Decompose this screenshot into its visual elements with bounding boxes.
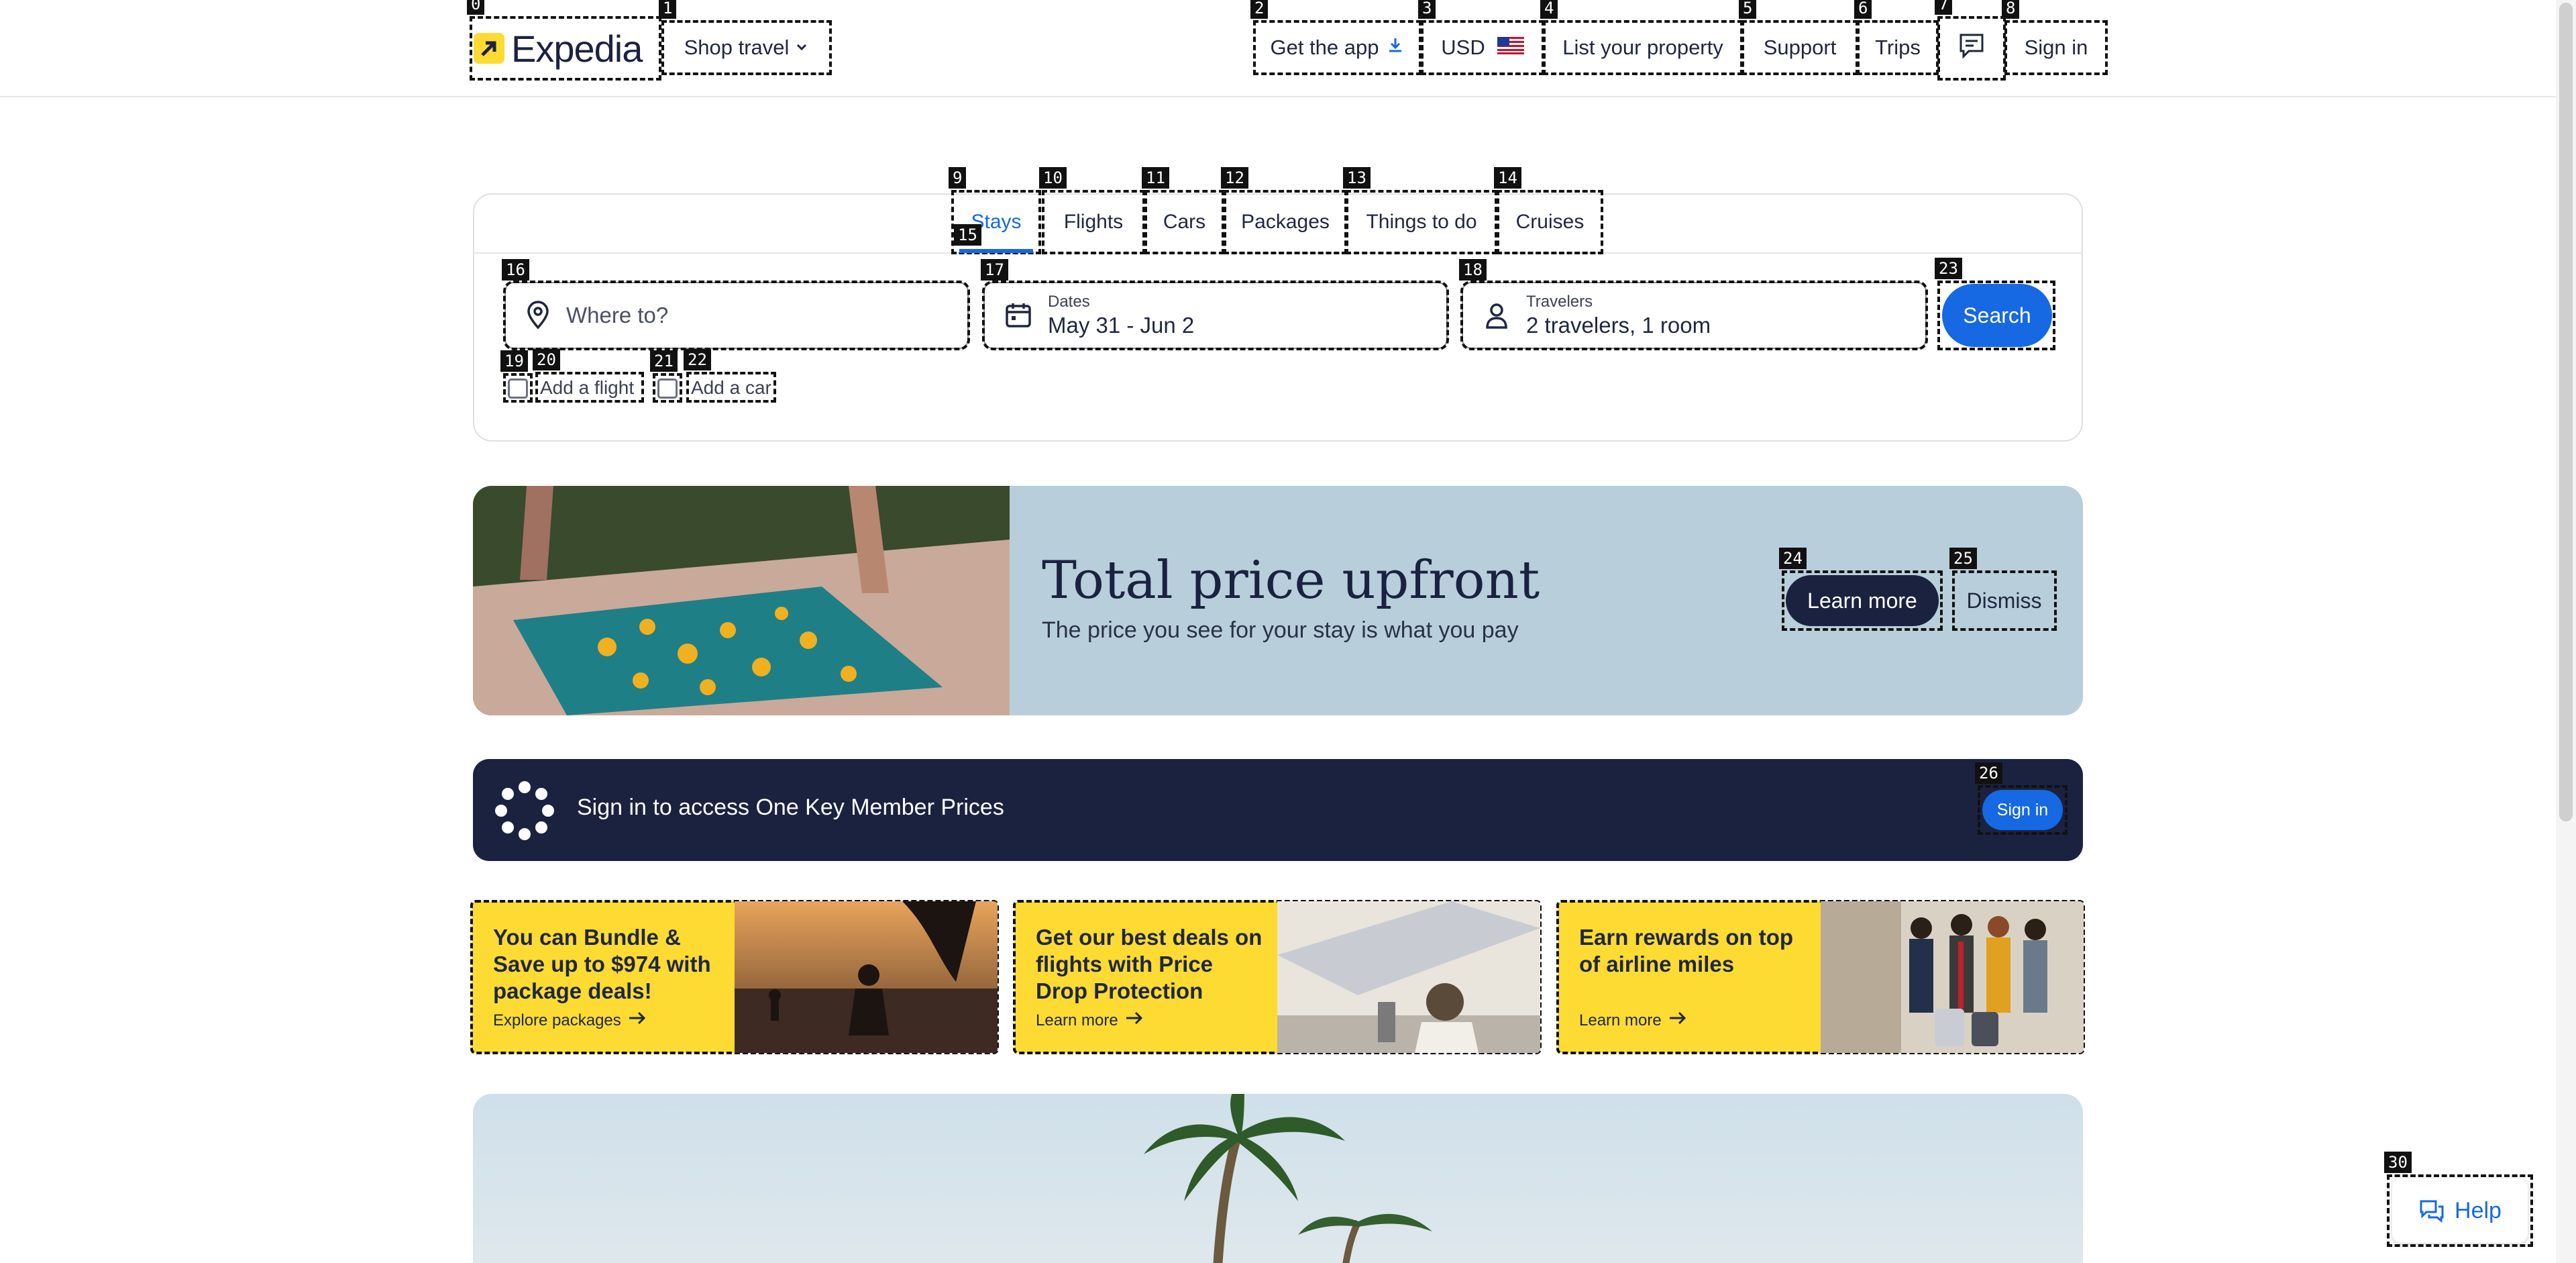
- flights-deal-card[interactable]: 28 Get our best deals on flights with Pr…: [1013, 900, 1542, 1054]
- list-property-link[interactable]: 4 List your property: [1540, 0, 1743, 75]
- promo-title: Total price upfront: [1042, 550, 1540, 611]
- onekey-sign-in-button[interactable]: Sign in: [1982, 790, 2063, 830]
- tab-cars[interactable]: 11 Cars: [1142, 167, 1224, 254]
- destination-field[interactable]: 16 Where to?: [502, 259, 970, 350]
- tab-stays-underline: [959, 249, 1033, 253]
- scrollbar-thumb[interactable]: [2559, 3, 2573, 821]
- chat-icon: [1957, 31, 1986, 66]
- sign-in-label: Sign in: [2024, 36, 2088, 59]
- airport-photo: [1277, 901, 1540, 1053]
- tab-flights[interactable]: 10 Flights: [1039, 167, 1145, 254]
- trips-label: Trips: [1875, 36, 1921, 59]
- promo-learn-more-button[interactable]: Learn more: [1786, 575, 1939, 626]
- expedia-logo-icon: [474, 33, 504, 64]
- tab-packages[interactable]: 12 Packages: [1221, 167, 1347, 254]
- currency-selector[interactable]: 3 USD: [1418, 0, 1544, 75]
- promo-subtitle: The price you see for your stay is what …: [1042, 617, 1519, 643]
- arrow-right-icon: [1125, 1011, 1144, 1030]
- arrow-right-icon: [628, 1011, 647, 1030]
- airline-rewards-card-link[interactable]: Learn more: [1579, 1011, 1687, 1030]
- chevron-down-icon: [794, 36, 809, 60]
- messages-button[interactable]: 7: [1935, 0, 2006, 81]
- onekey-text: Sign in to access One Key Member Prices: [577, 795, 1004, 820]
- beach-sunset-photo: [735, 901, 998, 1053]
- location-pin-icon: [525, 301, 551, 330]
- sign-in-link[interactable]: 8 Sign in: [2002, 0, 2108, 75]
- travelers-value: 2 travelers, 1 room: [1526, 313, 1711, 338]
- airline-rewards-card[interactable]: 29 Earn rewards on top of airline miles …: [1556, 900, 2085, 1054]
- hero-beach-image: [473, 1094, 2083, 1263]
- search-button-label: Search: [1963, 303, 2031, 327]
- flights-deal-card-text: Get our best deals on flights with Price…: [1036, 925, 1263, 1003]
- bundle-card-text: You can Bundle & Save up to $974 with pa…: [493, 925, 711, 1003]
- site-header: 0 Expedia 1 Shop travel 2 Get the app 3 …: [0, 0, 2556, 97]
- tab-packages-label: Packages: [1241, 211, 1330, 233]
- tab-cruises[interactable]: 14 Cruises: [1494, 167, 1603, 254]
- support-link[interactable]: 5 Support: [1739, 0, 1858, 75]
- list-property-label: List your property: [1562, 36, 1723, 59]
- calendar-icon: [1004, 301, 1033, 330]
- travelers-label: Travelers: [1526, 293, 1593, 311]
- onekey-icon: [493, 779, 556, 846]
- person-icon: [1482, 301, 1511, 330]
- bundle-card-link-label: Explore packages: [493, 1011, 621, 1029]
- tab-things-to-do[interactable]: 13 Things to do: [1343, 167, 1497, 254]
- get-app-label: Get the app: [1270, 36, 1379, 59]
- shop-travel-menu[interactable]: 1 Shop travel: [659, 0, 832, 75]
- tab-cruises-label: Cruises: [1515, 211, 1585, 233]
- tab-stays-marker: 15: [954, 224, 981, 246]
- bundle-card-link[interactable]: Explore packages: [493, 1011, 647, 1030]
- download-icon: [1386, 36, 1405, 60]
- flights-deal-card-link-label: Learn more: [1036, 1011, 1118, 1029]
- add-car-checkbox[interactable]: [657, 378, 678, 399]
- travelers-field[interactable]: 18 Travelers 2 travelers, 1 room: [1459, 259, 1928, 350]
- tab-cars-label: Cars: [1163, 211, 1206, 233]
- search-button[interactable]: Search: [1942, 284, 2052, 347]
- expedia-logo-link[interactable]: 0 Expedia: [467, 0, 661, 81]
- get-app-button[interactable]: 2 Get the app: [1250, 0, 1421, 75]
- flights-deal-card-link[interactable]: Learn more: [1036, 1011, 1144, 1030]
- dates-field[interactable]: 17 Dates May 31 - Jun 2: [981, 259, 1449, 350]
- dates-label: Dates: [1048, 293, 1090, 311]
- currency-label: USD: [1441, 36, 1485, 59]
- promo-dismiss-button[interactable]: Dismiss: [1955, 575, 2053, 626]
- arrow-right-icon: [1668, 1011, 1687, 1030]
- bundle-card[interactable]: 27 You can Bundle & Save up to $974 with…: [470, 900, 999, 1054]
- travelers-text: Travelers 2 travelers, 1 room: [1526, 293, 1711, 338]
- destination-placeholder: Where to?: [566, 303, 669, 327]
- travelers-group-photo: [1821, 901, 2084, 1053]
- support-label: Support: [1763, 36, 1837, 59]
- promo-learn-more-label: Learn more: [1807, 588, 1917, 613]
- add-car-label[interactable]: Add a car: [691, 377, 771, 399]
- logo-text: Expedia: [511, 27, 643, 70]
- tab-flights-label: Flights: [1063, 211, 1124, 233]
- help-chat-icon: [2418, 1199, 2445, 1223]
- dates-text: Dates May 31 - Jun 2: [1048, 293, 1194, 338]
- add-flight-label[interactable]: Add a flight: [540, 377, 634, 399]
- add-flight-checkbox[interactable]: [508, 378, 528, 399]
- promo-dismiss-label: Dismiss: [1966, 588, 2042, 613]
- tab-things-to-do-label: Things to do: [1366, 211, 1477, 233]
- pool-photo: [473, 486, 1010, 715]
- airline-rewards-card-text: Earn rewards on top of airline miles: [1579, 925, 1794, 976]
- help-button[interactable]: Help: [2392, 1178, 2528, 1243]
- dates-value: May 31 - Jun 2: [1048, 313, 1195, 338]
- airline-rewards-card-link-label: Learn more: [1579, 1011, 1662, 1029]
- onekey-sign-in-label: Sign in: [1996, 800, 2049, 819]
- shop-travel-label: Shop travel: [684, 36, 790, 59]
- us-flag-icon: [1497, 36, 1524, 60]
- trips-link[interactable]: 6 Trips: [1854, 0, 1939, 75]
- help-label: Help: [2455, 1197, 2502, 1223]
